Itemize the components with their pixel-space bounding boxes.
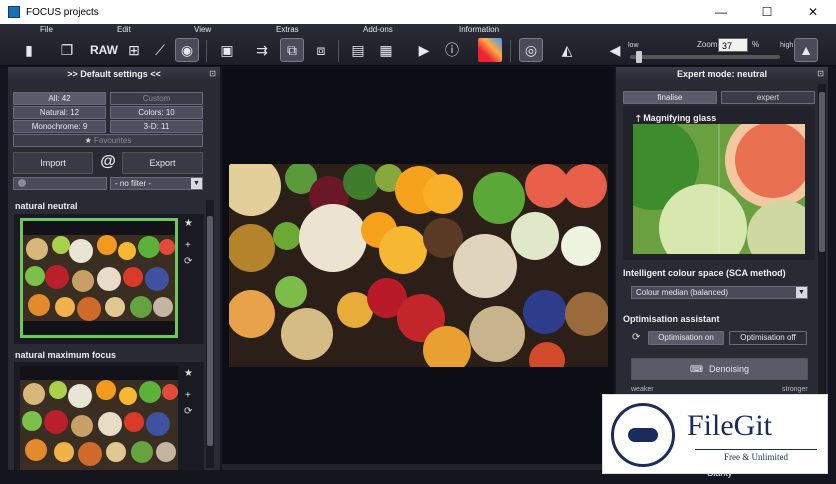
menu-edit[interactable]: Edit — [117, 25, 131, 34]
grid-select-icon[interactable]: ⊞ — [122, 38, 146, 62]
menu-addons[interactable]: Add-ons — [363, 25, 393, 34]
cloud-icon — [628, 428, 658, 442]
add-icon[interactable]: + — [185, 390, 191, 401]
favourites-label: Favourites — [94, 136, 132, 145]
raw-button[interactable]: RAW — [90, 38, 118, 62]
zoom-in-icon[interactable]: ▲ — [794, 38, 818, 62]
play-icon[interactable]: ▶ — [412, 38, 436, 62]
preset-name: natural neutral — [15, 201, 78, 211]
menu-information[interactable]: Information — [459, 25, 499, 34]
magnifier-label: Magnifying glass — [643, 113, 717, 123]
chevron-down-icon: ▼ — [796, 287, 807, 298]
opt-title: Optimisation assistant — [623, 314, 720, 324]
left-panel-title: >> Default settings << — [67, 69, 161, 79]
email-icon[interactable]: @ — [97, 152, 119, 174]
filter-colors[interactable]: Colors: 10 — [110, 106, 203, 119]
filter-monochrome[interactable]: Monochrome: 9 — [13, 120, 106, 133]
save-as-icon[interactable]: ▤ — [346, 38, 370, 62]
preset-thumbnail[interactable] — [20, 366, 178, 470]
filter-all[interactable]: All: 42 — [13, 92, 106, 105]
keyboard-icon: ⌨ — [689, 364, 703, 374]
filter-natural[interactable]: Natural: 12 — [13, 106, 106, 119]
denoising-label: Denoising — [708, 364, 750, 374]
filter-toggle[interactable] — [13, 177, 107, 190]
watermark-tagline: Free & Unlimited — [695, 449, 817, 462]
zoom-slider-knob[interactable] — [636, 51, 642, 63]
sca-select-value: Colour median (balanced) — [636, 288, 729, 297]
layers-icon[interactable]: ⧉ — [280, 38, 304, 62]
high-label: high — [780, 42, 794, 49]
filegit-logo — [611, 403, 675, 467]
optimisation-off-button[interactable]: Optimisation off — [729, 331, 807, 345]
export-button[interactable]: Export — [122, 152, 203, 174]
sca-title: Intelligent colour space (SCA method) — [623, 268, 786, 278]
menu-extras[interactable]: Extras — [276, 25, 299, 34]
food-thumbnail — [23, 235, 175, 321]
color-palette-icon[interactable]: ◉ — [175, 38, 199, 62]
maximize-button[interactable]: ☐ — [744, 0, 790, 24]
menu-file[interactable]: File — [40, 25, 53, 34]
tab-expert[interactable]: expert — [721, 91, 815, 104]
denoising-button[interactable]: ⌨ Denoising — [631, 358, 808, 380]
dock-icon[interactable]: ⊡ — [817, 67, 824, 81]
refresh-icon[interactable]: ⟳ — [184, 256, 192, 267]
magnifier-preview — [633, 124, 805, 254]
low-label: low — [628, 42, 639, 49]
minimize-button[interactable]: — — [698, 0, 744, 24]
optimisation-on-button[interactable]: Optimisation on — [648, 331, 724, 345]
dock-icon[interactable]: ⊡ — [209, 67, 216, 81]
filter-select[interactable]: - no filter - ▼ — [110, 177, 203, 190]
favourite-star-icon[interactable]: ★ — [184, 218, 193, 229]
sca-select[interactable]: Colour median (balanced) ▼ — [631, 286, 808, 299]
import-button[interactable]: Import — [13, 152, 93, 174]
info-icon[interactable]: ⓘ — [440, 38, 464, 62]
close-button[interactable]: ✕ — [790, 0, 836, 24]
toggle-knob-icon — [18, 179, 26, 187]
filter-custom[interactable]: Custom — [110, 92, 203, 105]
save-icon[interactable]: ▣ — [215, 38, 239, 62]
tab-finalise[interactable]: finalise — [623, 91, 717, 104]
zoom-label: Zoom — [697, 40, 718, 49]
refresh-icon[interactable]: ⟳ — [184, 406, 192, 417]
window-title: FOCUS projects — [26, 6, 99, 18]
chevron-down-icon: ▼ — [191, 178, 202, 189]
favourites-button[interactable]: ★ Favourites — [13, 134, 203, 147]
new-file-icon[interactable]: ▮ — [17, 38, 41, 62]
histogram-icon[interactable] — [478, 38, 502, 62]
star-icon: ★ — [84, 136, 95, 145]
title-bar: FOCUS projects — ☐ ✕ — [0, 0, 836, 24]
stronger-label: stronger — [782, 386, 808, 393]
batch-icon[interactable]: ⧈ — [309, 38, 333, 62]
zoom-unit: % — [752, 40, 760, 49]
add-icon[interactable]: + — [185, 240, 191, 251]
app-icon — [8, 6, 20, 18]
zoom-input[interactable]: 37 — [718, 38, 748, 52]
right-panel-title: Expert mode: neutral — [676, 69, 768, 79]
zoom-slider[interactable] — [630, 51, 780, 63]
brush-icon[interactable]: ⟋ — [148, 38, 172, 62]
eye-icon[interactable]: ◎ — [519, 38, 543, 62]
export-format-icon[interactable]: ⇉ — [250, 38, 274, 62]
copy-icon[interactable]: ❐ — [55, 38, 79, 62]
print-icon[interactable]: ▦ — [374, 38, 398, 62]
refresh-icon[interactable]: ⟳ — [632, 332, 640, 343]
compare-icon[interactable]: ◭ — [555, 38, 579, 62]
favourite-star-icon[interactable]: ★ — [184, 368, 193, 379]
food-thumbnail — [20, 380, 178, 470]
watermark-brand: FileGit — [687, 409, 773, 442]
preset-thumbnail-selected[interactable] — [20, 218, 178, 338]
toolbar: File Edit View Extras Add-ons Informatio… — [0, 24, 836, 66]
status-bar — [222, 464, 614, 470]
weaker-label: weaker — [631, 386, 654, 393]
menu-view[interactable]: View — [194, 25, 211, 34]
preset-name: natural maximum focus — [15, 350, 117, 360]
filegit-watermark: FileGit Free & Unlimited — [602, 394, 828, 474]
filter-3d[interactable]: 3-D: 11 — [110, 120, 203, 133]
filter-select-value: - no filter - — [115, 179, 152, 188]
main-image[interactable] — [229, 164, 608, 367]
left-scrollbar[interactable] — [206, 200, 214, 468]
zoom-out-icon[interactable]: ◀ — [603, 38, 627, 62]
